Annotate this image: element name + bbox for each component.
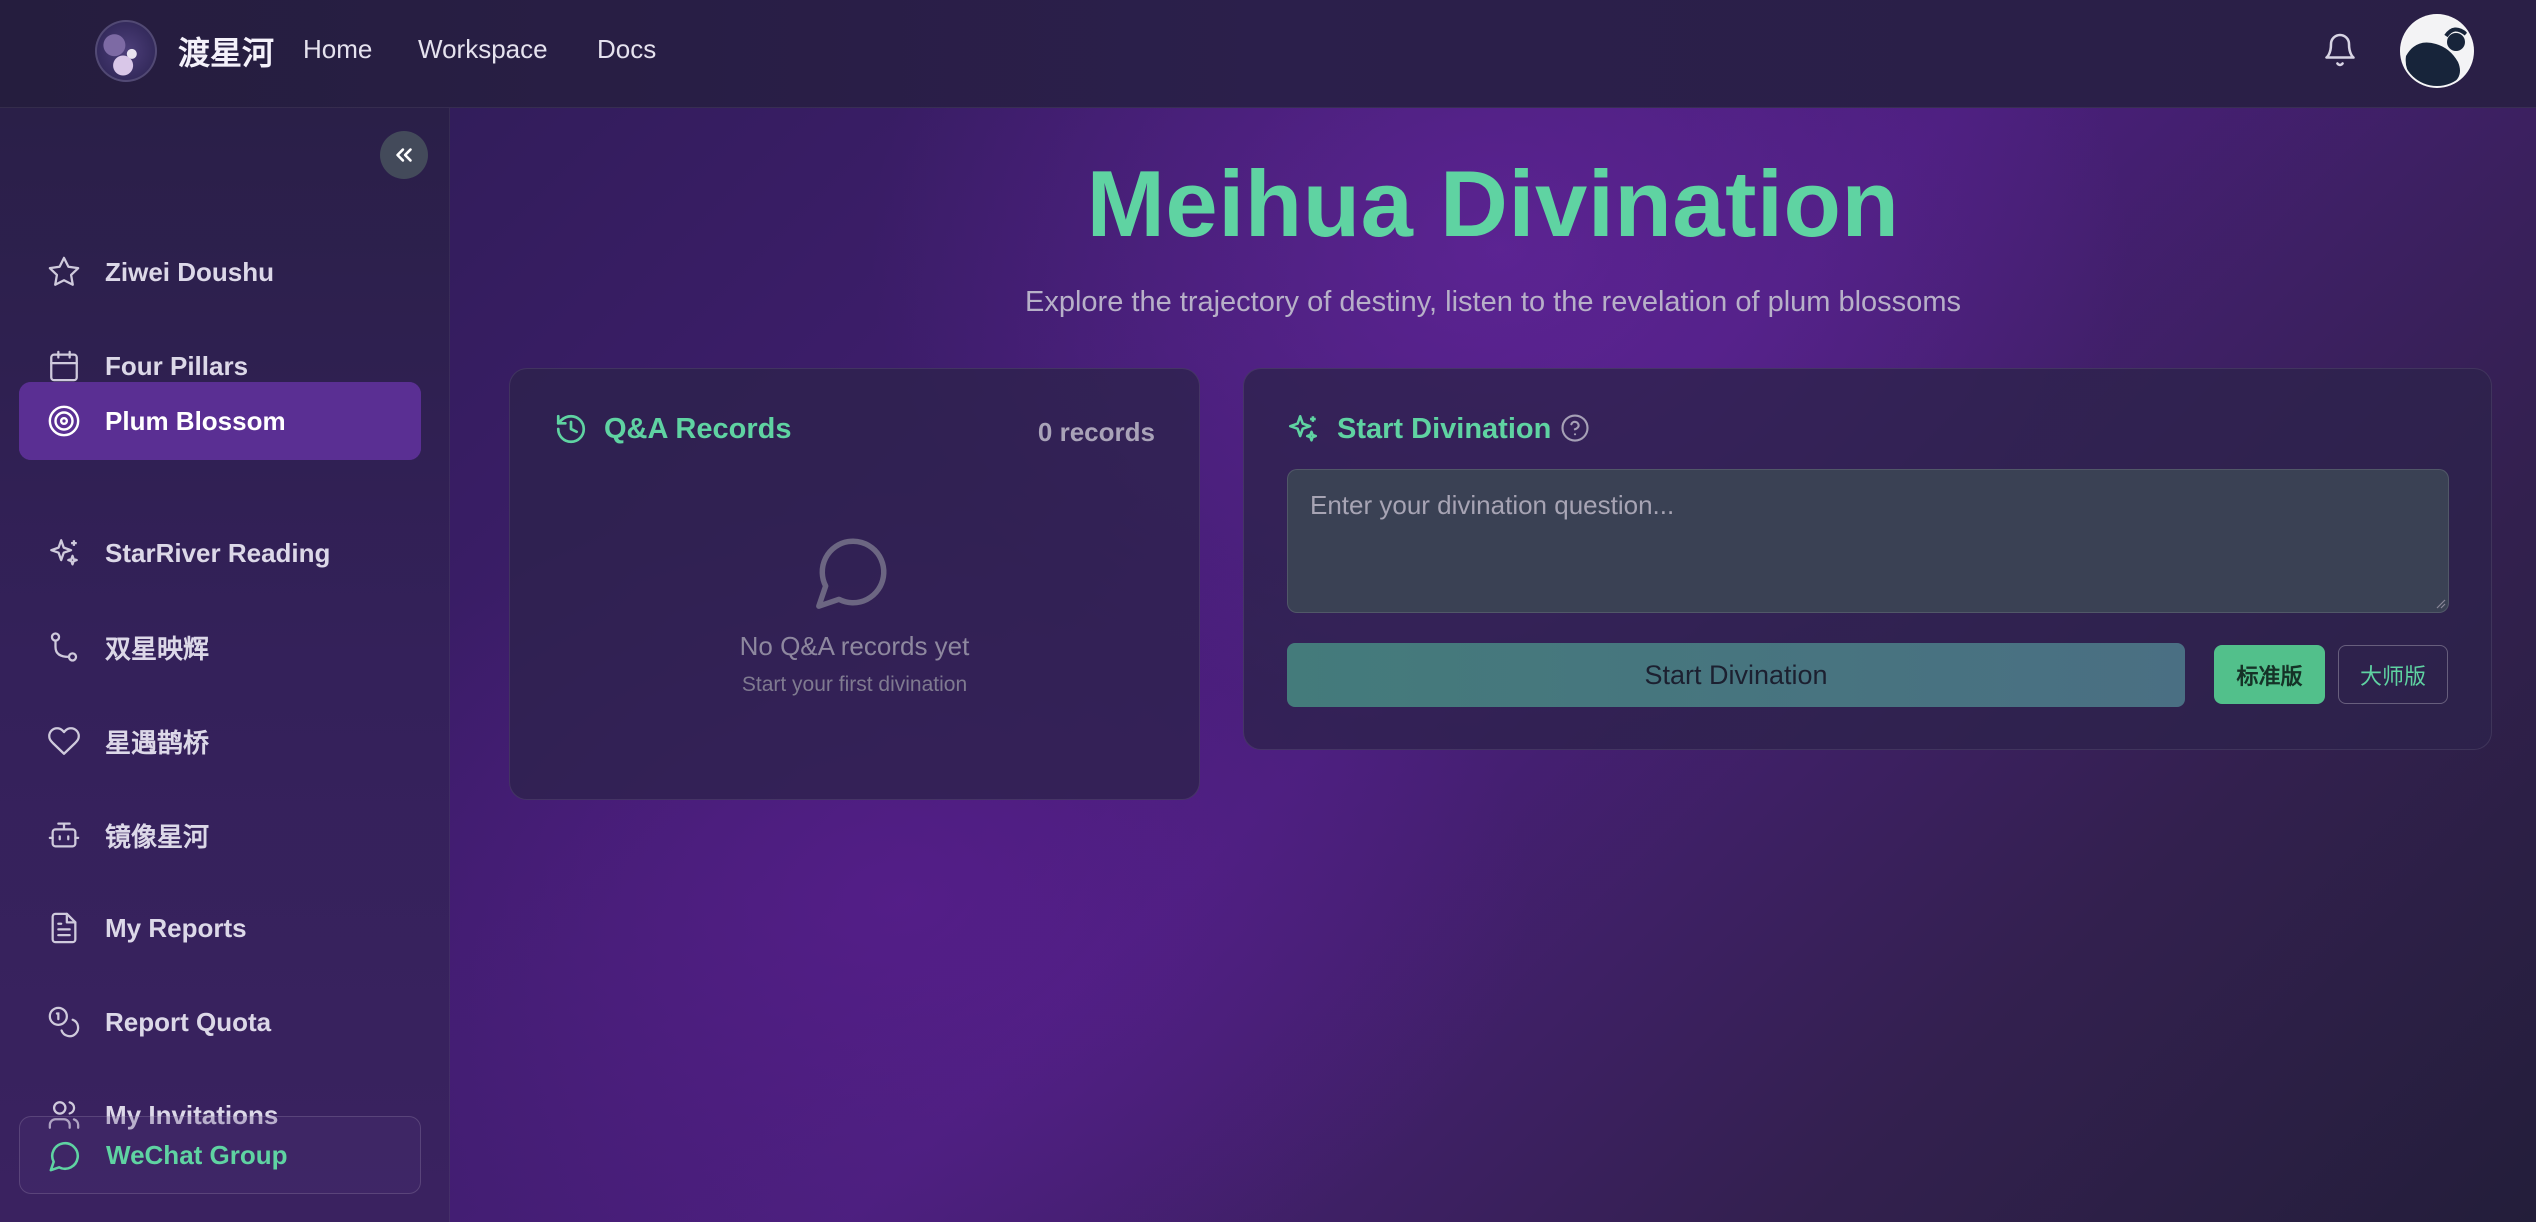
nav-docs[interactable]: Docs bbox=[597, 34, 656, 65]
page-title: Meihua Divination bbox=[1086, 151, 1900, 256]
brand-name[interactable]: 渡星河 bbox=[178, 28, 274, 74]
nav-workspace[interactable]: Workspace bbox=[418, 34, 548, 65]
sidebar-item-my-reports[interactable]: My Reports bbox=[19, 889, 421, 967]
page-subtitle: Explore the trajectory of destiny, liste… bbox=[1025, 286, 1961, 318]
sidebar-item-ziwei-doushu[interactable]: Ziwei Doushu bbox=[19, 233, 421, 311]
sidebar-item-label: 镜像星河 bbox=[105, 822, 210, 853]
sidebar-item-star-bridge[interactable]: 星遇鹊桥 bbox=[19, 702, 421, 780]
sidebar-item-label: Ziwei Doushu bbox=[105, 256, 274, 287]
calendar-icon bbox=[50, 350, 78, 382]
sidebar-item-mirror-river[interactable]: 镜像星河 bbox=[19, 796, 421, 874]
message-circle-icon bbox=[816, 538, 887, 609]
help-circle-icon[interactable] bbox=[1560, 413, 1590, 443]
star-icon bbox=[48, 256, 80, 286]
sidebar-item-label: 星遇鹊桥 bbox=[105, 728, 210, 759]
sidebar-item-label: Four Pillars bbox=[105, 350, 249, 381]
sidebar-item-label: Report Quota bbox=[105, 1006, 272, 1037]
logo[interactable] bbox=[95, 20, 157, 82]
coins-icon bbox=[48, 1006, 80, 1038]
top-bar: 渡星河 Home Workspace Docs bbox=[0, 0, 2536, 108]
sidebar-item-label: WeChat Group bbox=[106, 1139, 288, 1170]
record-count: 0 records bbox=[1037, 417, 1155, 447]
start-divination-button[interactable]: Start Divination bbox=[1287, 643, 2185, 707]
history-icon bbox=[556, 414, 586, 444]
sidebar-item-label: StarRiver Reading bbox=[105, 537, 331, 568]
heart-icon bbox=[48, 727, 80, 755]
bell-icon[interactable] bbox=[2322, 30, 2358, 70]
qa-records-title: Q&A Records bbox=[604, 413, 792, 445]
sparkles-icon bbox=[50, 539, 78, 566]
sidebar: Ziwei Doushu Four Pillars Plum Blossom S… bbox=[0, 108, 450, 1222]
chevrons-left-icon bbox=[396, 148, 412, 162]
divination-title: Start Divination bbox=[1337, 413, 1552, 445]
qa-records-card: Q&A Records 0 records No Q&A records yet… bbox=[509, 368, 1200, 800]
sidebar-item-label: Plum Blossom bbox=[105, 405, 286, 436]
file-text-icon bbox=[51, 912, 77, 944]
sidebar-item-label: My Reports bbox=[105, 912, 247, 943]
user-avatar[interactable] bbox=[2400, 14, 2474, 88]
standard-version-button[interactable]: 标准版 bbox=[2214, 645, 2325, 704]
sidebar-item-starriver-reading[interactable]: StarRiver Reading bbox=[19, 514, 421, 592]
target-icon bbox=[48, 405, 80, 437]
sidebar-item-twin-stars[interactable]: 双星映辉 bbox=[19, 608, 421, 686]
sidebar-item-wechat-group[interactable]: WeChat Group bbox=[19, 1116, 421, 1194]
sidebar-item-plum-blossom-active[interactable]: Plum Blossom bbox=[19, 382, 421, 460]
git-branch-icon bbox=[50, 632, 78, 662]
bot-icon bbox=[48, 822, 80, 848]
divination-card: Start Divination Start Divination 标准版 大师… bbox=[1243, 368, 2492, 750]
master-version-button[interactable]: 大师版 bbox=[2338, 645, 2448, 704]
empty-state-subtitle: Start your first divination bbox=[741, 673, 968, 696]
divination-question-input[interactable] bbox=[1287, 469, 2449, 613]
sidebar-item-label: 双星映辉 bbox=[105, 634, 210, 665]
nav-home[interactable]: Home bbox=[303, 34, 372, 65]
resize-grip-icon[interactable] bbox=[2434, 597, 2446, 609]
collapse-sidebar-button[interactable] bbox=[380, 131, 428, 179]
sparkles-icon bbox=[1288, 414, 1318, 442]
message-circle-icon bbox=[49, 1141, 80, 1172]
empty-state-title: No Q&A records yet bbox=[739, 631, 970, 661]
sidebar-item-report-quota[interactable]: Report Quota bbox=[19, 983, 421, 1061]
